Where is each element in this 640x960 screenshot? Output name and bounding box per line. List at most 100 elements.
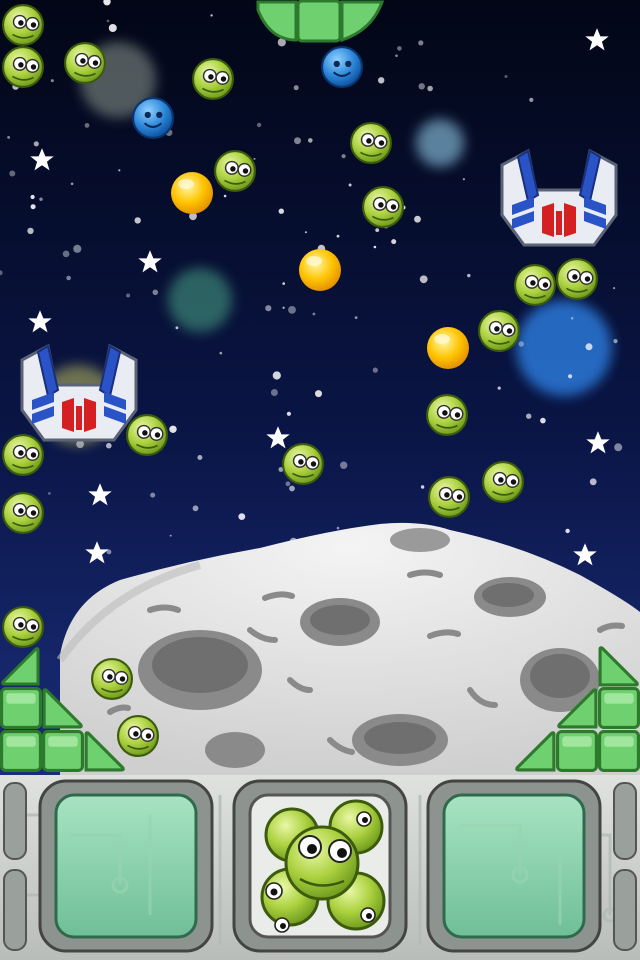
star-dot xyxy=(118,169,121,172)
star-dot xyxy=(272,371,281,380)
star-dot xyxy=(420,485,425,489)
green-alien[interactable] xyxy=(2,606,44,648)
green-alien[interactable] xyxy=(282,443,324,485)
green-alien[interactable] xyxy=(426,394,468,436)
star-dot xyxy=(467,273,471,278)
star-dot xyxy=(540,417,546,424)
star-dot xyxy=(395,54,398,57)
green-alien[interactable] xyxy=(91,658,133,700)
star-dot xyxy=(336,526,340,530)
star-dot xyxy=(270,389,278,396)
star-dot xyxy=(497,386,501,390)
star-dot xyxy=(223,194,227,198)
star-dot xyxy=(106,549,112,555)
star-dot xyxy=(341,154,346,159)
gold-coin[interactable] xyxy=(299,249,341,291)
star-dot xyxy=(336,234,340,238)
star-dot xyxy=(7,136,10,139)
star-dot xyxy=(504,75,508,78)
star-dot xyxy=(150,492,156,498)
star-dot xyxy=(134,217,141,224)
star-dot xyxy=(288,306,296,314)
star-dot xyxy=(614,443,623,452)
star-dot xyxy=(589,478,597,486)
green-alien[interactable] xyxy=(117,715,159,757)
star-dot xyxy=(462,178,465,181)
star-dot xyxy=(373,245,377,249)
star-dot xyxy=(418,40,424,46)
star-dot xyxy=(391,239,397,245)
green-alien[interactable] xyxy=(428,476,470,518)
star-dot xyxy=(253,157,256,160)
star-dot xyxy=(108,24,117,32)
star-dot xyxy=(106,19,110,23)
star-dot xyxy=(565,528,570,534)
star-dot xyxy=(27,227,34,235)
star-dot xyxy=(308,138,313,143)
gold-coin[interactable] xyxy=(427,327,469,369)
star-dot xyxy=(219,351,223,355)
star-dot xyxy=(30,204,36,210)
green-alien[interactable] xyxy=(350,122,392,164)
right-screen-button[interactable] xyxy=(426,779,602,953)
star-dot xyxy=(348,183,352,187)
star-dot xyxy=(613,287,616,290)
game-scene[interactable] xyxy=(0,0,640,775)
star-dot xyxy=(152,289,159,296)
star-dot xyxy=(285,481,291,487)
star-dot xyxy=(48,492,51,495)
star-dot xyxy=(378,77,385,84)
star-dot xyxy=(39,197,43,201)
left-screen-button[interactable] xyxy=(38,779,214,953)
green-alien[interactable] xyxy=(214,150,256,192)
star-dot xyxy=(30,194,35,200)
blue-alien[interactable] xyxy=(132,97,174,139)
center-alien-button[interactable] xyxy=(232,779,408,953)
game-stage[interactable] xyxy=(0,0,640,960)
star-dot xyxy=(9,170,16,177)
star-dot xyxy=(529,97,534,102)
star-dot xyxy=(340,461,348,469)
control-panel xyxy=(0,775,640,960)
star-dot xyxy=(33,141,39,147)
star-dot xyxy=(73,244,82,253)
star-dot xyxy=(286,411,291,416)
gold-coin[interactable] xyxy=(171,172,213,214)
green-alien[interactable] xyxy=(514,264,556,306)
green-alien[interactable] xyxy=(2,4,44,46)
star-dot xyxy=(62,250,70,258)
star-dot xyxy=(414,215,421,223)
star-dot xyxy=(526,413,532,419)
star-dot xyxy=(293,85,299,91)
star-dot xyxy=(66,275,71,281)
star-dot xyxy=(70,182,74,186)
star-dot xyxy=(354,316,358,319)
star-dot xyxy=(169,425,177,433)
star-dot xyxy=(192,505,199,512)
blue-alien[interactable] xyxy=(321,46,363,88)
star-dot xyxy=(197,455,203,460)
green-alien[interactable] xyxy=(2,46,44,88)
star-dot xyxy=(278,208,284,214)
green-alien[interactable] xyxy=(64,42,106,84)
green-alien[interactable] xyxy=(2,492,44,534)
star-dot xyxy=(397,46,402,51)
star-dot xyxy=(210,14,213,17)
star-dot xyxy=(256,122,262,128)
green-alien[interactable] xyxy=(2,434,44,476)
star-dot xyxy=(126,293,131,298)
star-dot xyxy=(375,228,380,233)
star-dot xyxy=(419,275,428,284)
star-dot xyxy=(427,85,433,92)
green-alien[interactable] xyxy=(192,58,234,100)
star-dot xyxy=(372,367,378,373)
green-alien[interactable] xyxy=(556,258,598,300)
green-alien[interactable] xyxy=(362,186,404,228)
green-alien[interactable] xyxy=(126,414,168,456)
green-alien[interactable] xyxy=(482,461,524,503)
green-alien[interactable] xyxy=(478,310,520,352)
star-dot xyxy=(312,312,316,316)
star-dot xyxy=(175,326,179,330)
star-dot xyxy=(282,282,286,285)
star-dot xyxy=(518,341,524,347)
